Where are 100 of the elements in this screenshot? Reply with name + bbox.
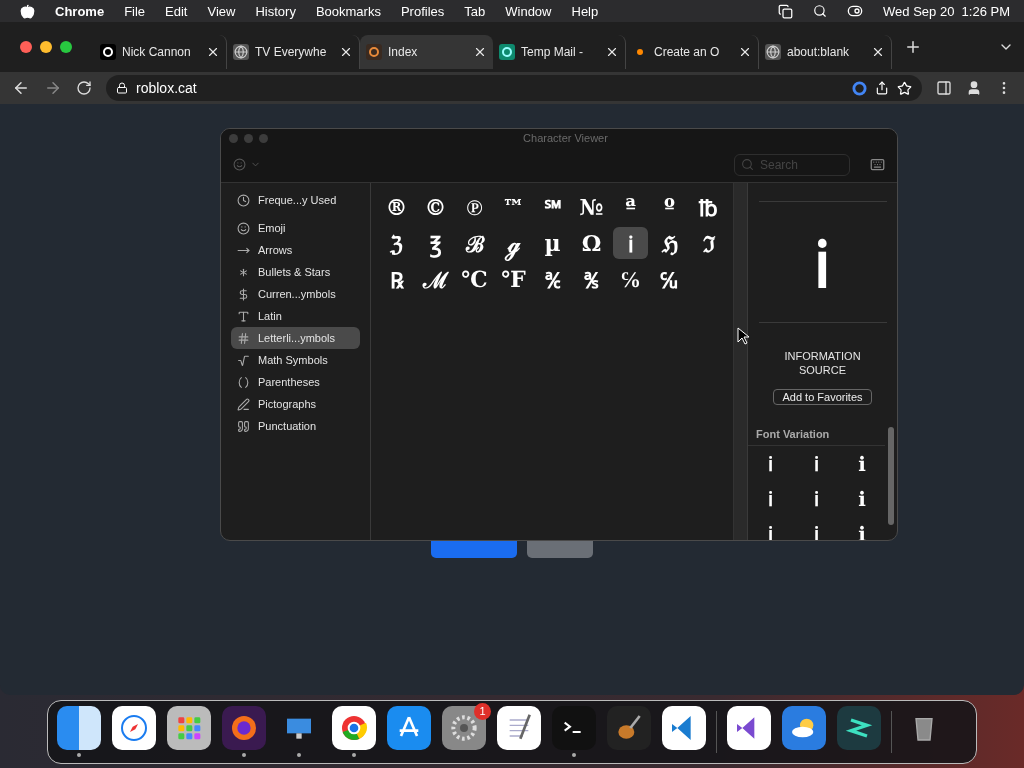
chrome-app-icon[interactable]: [332, 706, 376, 750]
character-cell[interactable]: ℅: [613, 263, 648, 295]
category-item[interactable]: Latin: [231, 305, 360, 327]
close-tab-icon[interactable]: [206, 45, 220, 59]
terminal-app-icon[interactable]: [552, 706, 596, 750]
section-heading: Font Variation: [748, 423, 885, 446]
close-tab-icon[interactable]: [339, 45, 353, 59]
notepad-app-icon[interactable]: [497, 706, 541, 750]
menu-item[interactable]: Help: [571, 3, 599, 19]
minimize-window-button[interactable]: [40, 41, 52, 53]
close-tab-icon[interactable]: [738, 45, 752, 59]
address-bar[interactable]: roblox.cat: [106, 75, 922, 101]
keyboard-icon[interactable]: [870, 157, 885, 172]
close-tab-icon[interactable]: [605, 45, 619, 59]
category-item[interactable]: Letterli...ymbols: [231, 327, 360, 349]
scroll-track[interactable]: [733, 183, 747, 540]
variation-cell[interactable]: ℹ: [793, 446, 840, 481]
compass-app-icon[interactable]: [112, 706, 156, 750]
character-cell[interactable]: ℌ: [652, 227, 687, 259]
character-cell[interactable]: Ω: [574, 227, 609, 259]
browser-tab[interactable]: Nick Cannon: [94, 35, 227, 69]
menu-item[interactable]: History: [255, 3, 296, 19]
menu-item[interactable]: Profiles: [400, 3, 445, 19]
category-item[interactable]: Pictographs: [231, 393, 360, 415]
variation-cell[interactable]: ℹ: [748, 481, 794, 516]
share-icon[interactable]: [875, 81, 889, 95]
character-cell[interactable]: ℠: [535, 191, 570, 223]
control-center-icon[interactable]: [847, 3, 864, 19]
menu-clock[interactable]: Wed Sep 20 1:26 PM: [883, 3, 1010, 19]
scrollbar-thumb[interactable]: [888, 427, 894, 525]
category-icon: [237, 331, 250, 345]
browser-tab[interactable]: Create an O: [626, 35, 759, 69]
variation-cell[interactable]: ℹ: [839, 516, 885, 540]
new-tab-icon[interactable]: [904, 38, 922, 56]
character-cell[interactable]: ℥: [418, 227, 453, 259]
character-cell[interactable]: ℆: [652, 263, 687, 295]
character-cell[interactable]: ℹ: [613, 227, 648, 259]
character-cell[interactable]: ℁: [574, 263, 609, 295]
character-cell[interactable]: ℔: [691, 191, 726, 223]
character-cell[interactable]: µ: [535, 227, 570, 259]
character-cell[interactable]: º: [652, 191, 687, 223]
variation-cell[interactable]: ℹ: [748, 446, 794, 481]
character-cell[interactable]: ª: [613, 191, 648, 223]
back-icon[interactable]: [12, 79, 30, 97]
category-item[interactable]: Math Symbols: [231, 349, 360, 371]
character-cell[interactable]: ℗: [457, 191, 492, 223]
character-cell[interactable]: ℨ: [379, 227, 414, 259]
category-item[interactable]: Punctuation: [231, 415, 360, 437]
character-cell[interactable]: ℀: [535, 263, 570, 295]
settings-app-icon[interactable]: [442, 706, 486, 750]
reload-icon[interactable]: [76, 80, 92, 96]
profile-icon[interactable]: [966, 80, 982, 96]
variation-cell[interactable]: ℹ: [839, 481, 885, 516]
character-cell[interactable]: ©: [418, 191, 453, 223]
apple-logo-icon[interactable]: [20, 3, 35, 19]
character-cell[interactable]: ℑ: [691, 227, 726, 259]
category-item[interactable]: Emoji: [231, 217, 360, 239]
lock-icon: [116, 82, 128, 94]
close-window-button[interactable]: [20, 41, 32, 53]
character-cell[interactable]: ℳ: [418, 263, 453, 295]
category-item[interactable]: Parentheses: [231, 371, 360, 393]
search-icon[interactable]: [813, 4, 828, 18]
character-cell[interactable]: ℉: [496, 263, 531, 295]
character-cell[interactable]: ℊ: [496, 227, 531, 259]
zoom-window-button[interactable]: [60, 41, 72, 53]
menu-item[interactable]: Window: [505, 3, 552, 19]
forward-icon[interactable]: [44, 79, 62, 97]
variation-cell[interactable]: ℹ: [793, 481, 840, 516]
menu-item[interactable]: Tab: [464, 3, 486, 19]
browser-tab[interactable]: Index: [360, 35, 493, 69]
menu-item[interactable]: Edit: [165, 3, 188, 19]
variation-cell[interactable]: ℹ: [839, 446, 885, 481]
character-cell[interactable]: ℬ: [457, 227, 492, 259]
menu-item[interactable]: View: [207, 3, 236, 19]
grid-app-icon[interactable]: [167, 706, 211, 750]
menu-item[interactable]: Chrome: [55, 3, 105, 19]
menu-item[interactable]: Bookmarks: [315, 3, 381, 19]
screen-mirroring-icon[interactable]: [778, 3, 794, 19]
add-to-favorites-button[interactable]: Add to Favorites: [773, 389, 872, 405]
emoji-menu-icon[interactable]: [233, 158, 246, 171]
category-item[interactable]: Curren...ymbols: [231, 283, 360, 305]
menu-item[interactable]: File: [124, 3, 146, 19]
category-item[interactable]: Arrows: [231, 239, 360, 261]
character-cell[interactable]: №: [574, 191, 609, 223]
bookmark-star-icon[interactable]: [897, 80, 912, 96]
category-item[interactable]: Freque...y Used: [231, 189, 360, 211]
app-store-icon[interactable]: [387, 706, 431, 750]
character-cell[interactable]: ℞: [379, 263, 414, 295]
browser-tab[interactable]: about:blank: [759, 35, 892, 69]
category-item[interactable]: Bullets & Stars: [231, 261, 360, 283]
browser-tab[interactable]: Temp Mail -: [493, 35, 626, 69]
category-label: Letterli...ymbols: [258, 332, 336, 344]
side-panel-icon[interactable]: [936, 80, 952, 96]
character-cell[interactable]: ℃: [457, 263, 492, 295]
weather-app-icon[interactable]: [782, 706, 826, 750]
character-cell[interactable]: ™: [496, 191, 531, 223]
browser-tab[interactable]: TV Everywhe: [227, 35, 360, 69]
character-cell[interactable]: ®: [379, 191, 414, 223]
close-tab-icon[interactable]: [473, 45, 487, 59]
close-tab-icon[interactable]: [871, 45, 885, 59]
